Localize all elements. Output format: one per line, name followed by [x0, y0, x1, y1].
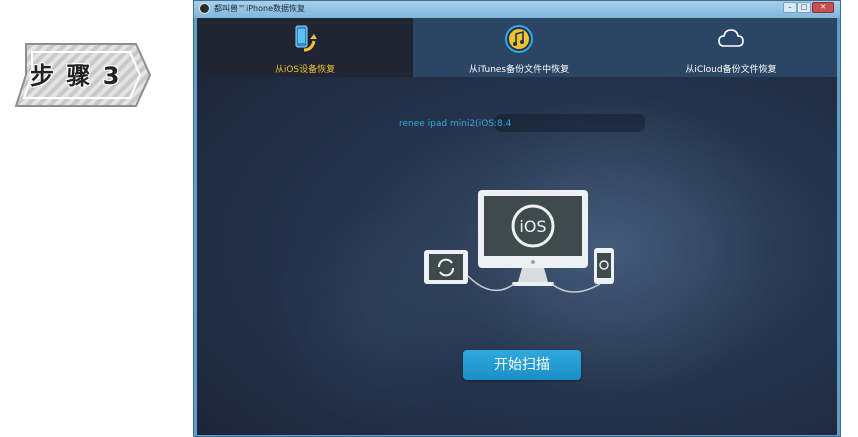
- tab-icloud-backup-label: 从iCloud备份文件恢复: [685, 65, 777, 75]
- phone-icon: [594, 248, 614, 284]
- tab-itunes-backup-label: 从iTunes备份文件中恢复: [468, 65, 570, 75]
- close-button[interactable]: ✕: [812, 2, 834, 13]
- device-sync-illustration: iOS: [424, 190, 614, 293]
- step-label: 步 骤 3: [30, 62, 122, 90]
- tab-icloud-backup[interactable]: 从iCloud备份文件恢复: [625, 18, 837, 77]
- tab-ios-device-label: 从iOS设备恢复: [274, 65, 336, 75]
- title-bar: 都叫兽™iPhone数据恢复 – □ ✕: [194, 1, 840, 18]
- window-title: 都叫兽™iPhone数据恢复: [214, 4, 306, 13]
- minimize-button[interactable]: –: [783, 2, 797, 13]
- device-info-backdrop: [495, 114, 645, 132]
- cloud-icon: [718, 29, 744, 47]
- maximize-button[interactable]: □: [797, 2, 811, 13]
- tab-ios-device[interactable]: 从iOS设备恢复: [197, 18, 413, 77]
- phone-restore-icon: [295, 25, 317, 52]
- start-scan-button[interactable]: 开始扫描: [463, 350, 581, 380]
- tab-itunes-backup[interactable]: 从iTunes备份文件中恢复: [413, 18, 625, 77]
- itunes-music-icon: [505, 25, 533, 53]
- recovery-mode-tabs: 从iOS设备恢复 从iTunes备份文件中恢复 从iCloud备份文件恢复: [197, 18, 837, 77]
- monitor-icon: iOS: [478, 190, 588, 286]
- tablet-icon: [424, 250, 468, 284]
- monitor-ios-label: iOS: [519, 217, 546, 236]
- app-window: 都叫兽™iPhone数据恢复 – □ ✕ 从iOS设备恢复 从iTunes备份文…: [193, 0, 841, 437]
- app-logo-icon: [199, 3, 210, 14]
- main-panel: 从iOS设备恢复 从iTunes备份文件中恢复 从iCloud备份文件恢复 re…: [197, 18, 837, 435]
- device-info-text: renee ipad mini2(iOS:8.4: [399, 119, 512, 129]
